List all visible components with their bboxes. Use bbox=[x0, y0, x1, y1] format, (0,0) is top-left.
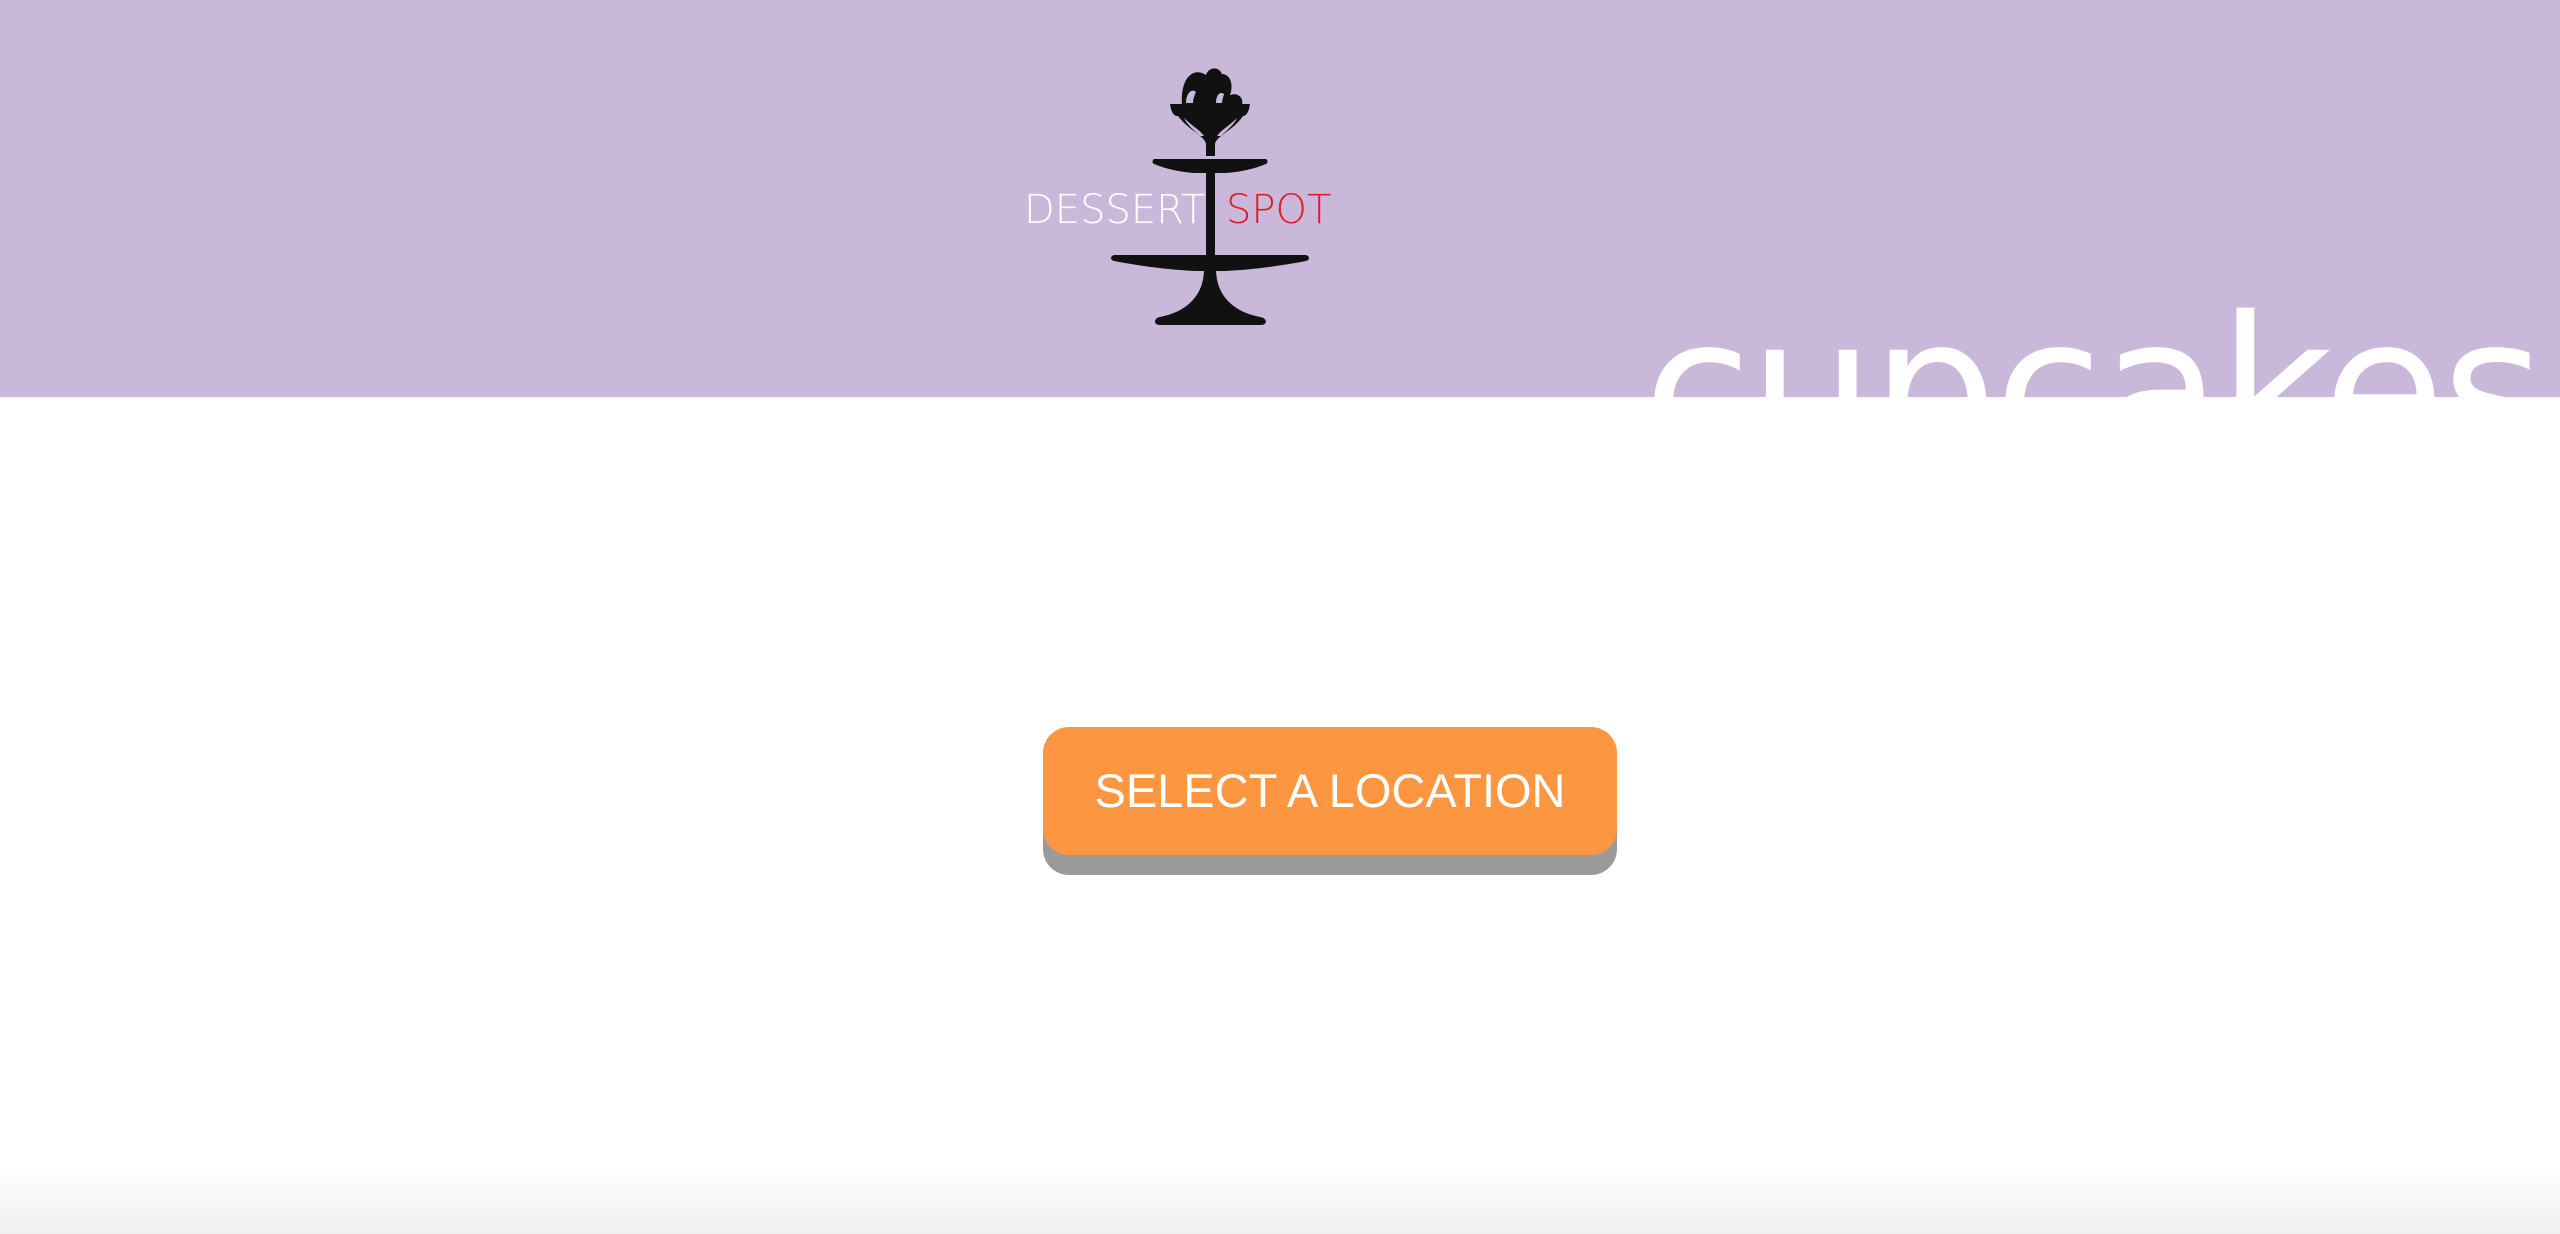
site-header: DESSERT SPOT cupcakes bbox=[0, 0, 2560, 397]
select-location-button[interactable]: SELECT A LOCATION bbox=[1043, 727, 1617, 855]
logo-word-dessert: DESSERT bbox=[1024, 187, 1206, 233]
stand-lower-plate bbox=[1111, 255, 1309, 271]
stand-top-rim bbox=[1170, 104, 1250, 116]
location-button-wrap: SELECT A LOCATION bbox=[1043, 727, 1617, 875]
page: DESSERT SPOT cupcakes SELECT A LOCATION bbox=[0, 0, 2560, 1234]
logo-word-spot: SPOT bbox=[1226, 187, 1332, 233]
dessert-spot-logo[interactable]: DESSERT SPOT bbox=[1010, 60, 1370, 335]
bottom-shadow bbox=[0, 1164, 2560, 1234]
section-title: cupcakes bbox=[1643, 273, 2545, 397]
stand-base bbox=[1154, 269, 1266, 325]
